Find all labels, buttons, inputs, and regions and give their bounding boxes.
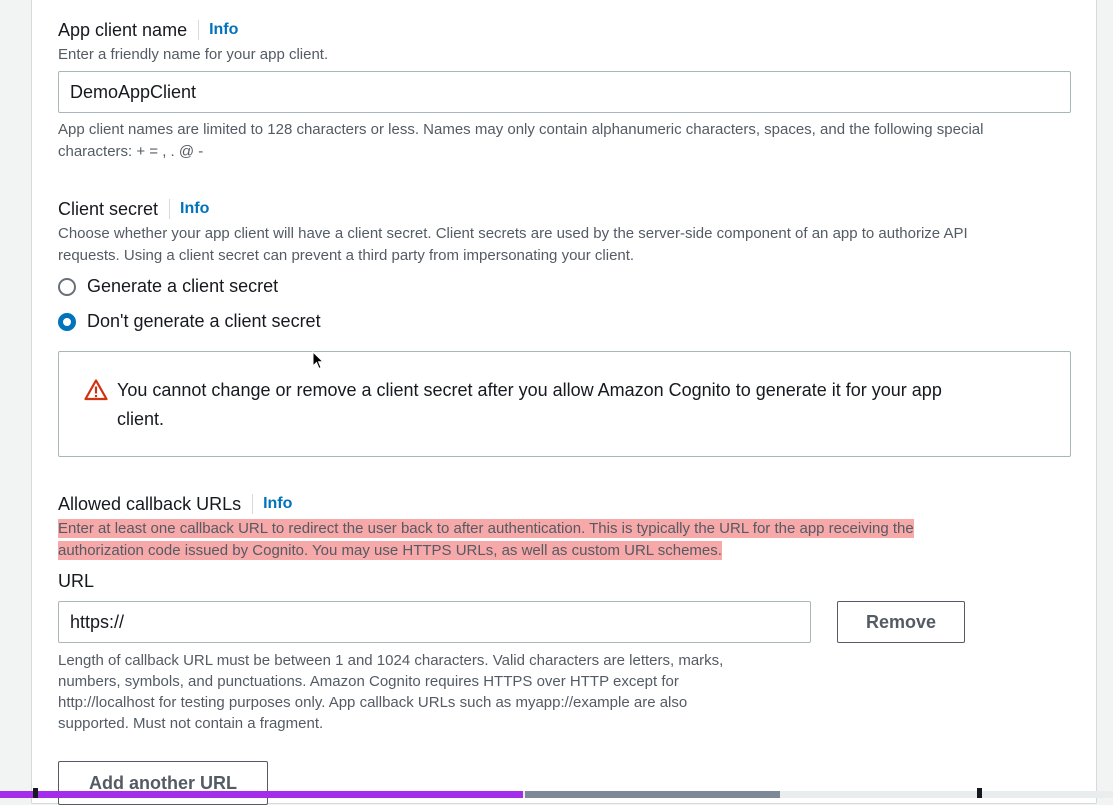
callback-url-constraint-line-3: http://localhost for testing purposes on… <box>58 694 688 711</box>
callback-url-constraint-line-1: Length of callback URL must be between 1… <box>58 652 724 669</box>
callback-urls-description-line-1: Enter at least one callback URL to redir… <box>58 518 914 540</box>
highlighted-text: Enter at least one callback URL to redir… <box>58 519 914 538</box>
app-client-name-label-row: App client name Info <box>58 19 238 41</box>
add-another-url-button[interactable]: Add another URL <box>58 761 268 805</box>
radio-generate-label: Generate a client secret <box>87 276 279 296</box>
callback-urls-description-line-2: authorization code issued by Cognito. Yo… <box>58 540 722 562</box>
app-client-name-info-link[interactable]: Info <box>209 21 238 39</box>
callback-url-constraint-line-2: numbers, symbols, and punctuations. Amaz… <box>58 673 679 690</box>
warning-message-line-2: client. <box>117 409 165 429</box>
app-client-name-constraint-line-2: characters: + = , . @ - <box>58 143 204 160</box>
info-separator <box>169 199 171 219</box>
client-secret-label: Client secret <box>58 198 159 219</box>
client-secret-description-line-2: requests. Using a client secret can prev… <box>58 247 635 264</box>
info-separator <box>198 20 200 40</box>
warning-message-line-1: You cannot change or remove a client sec… <box>117 380 942 400</box>
highlighted-text: authorization code issued by Cognito. Yo… <box>58 541 722 560</box>
info-separator <box>252 494 254 514</box>
callback-urls-label: Allowed callback URLs <box>58 493 242 514</box>
video-buffered-bar <box>525 791 780 798</box>
client-secret-description-line-1: Choose whether your app client will have… <box>58 225 968 242</box>
radio-dont-generate-label: Don't generate a client secret <box>87 311 321 331</box>
warning-message: You cannot change or remove a client sec… <box>117 376 1037 434</box>
app-client-name-constraint-line-1: App client names are limited to 128 char… <box>58 121 984 138</box>
mouse-cursor-icon <box>312 351 324 370</box>
app-client-name-label: App client name <box>58 19 188 40</box>
callback-url-input[interactable]: https:// <box>58 601 811 643</box>
radio-checked[interactable] <box>58 312 76 331</box>
progress-tick-marker <box>33 788 38 798</box>
radio-generate-client-secret[interactable]: Generate a client secret <box>58 276 278 297</box>
client-secret-info-link[interactable]: Info <box>180 200 209 218</box>
radio-dont-generate-client-secret[interactable]: Don't generate a client secret <box>58 311 321 332</box>
callback-url-constraint-line-4: supported. Must not contain a fragment. <box>58 715 324 732</box>
app-client-name-input[interactable]: DemoAppClient <box>58 71 1071 113</box>
progress-tick-marker <box>977 788 982 798</box>
app-client-name-description: Enter a friendly name for your app clien… <box>58 46 329 63</box>
callback-urls-label-row: Allowed callback URLs Info <box>58 493 292 515</box>
video-progress-fill <box>0 791 524 798</box>
callback-urls-info-link[interactable]: Info <box>263 495 292 513</box>
client-secret-label-row: Client secret Info <box>58 198 209 220</box>
url-field-label: URL <box>58 571 95 591</box>
warning-triangle-icon <box>84 379 108 401</box>
client-secret-warning-alert: You cannot change or remove a client sec… <box>58 351 1071 457</box>
remove-button[interactable]: Remove <box>837 601 965 643</box>
radio-unchecked[interactable] <box>58 277 76 296</box>
